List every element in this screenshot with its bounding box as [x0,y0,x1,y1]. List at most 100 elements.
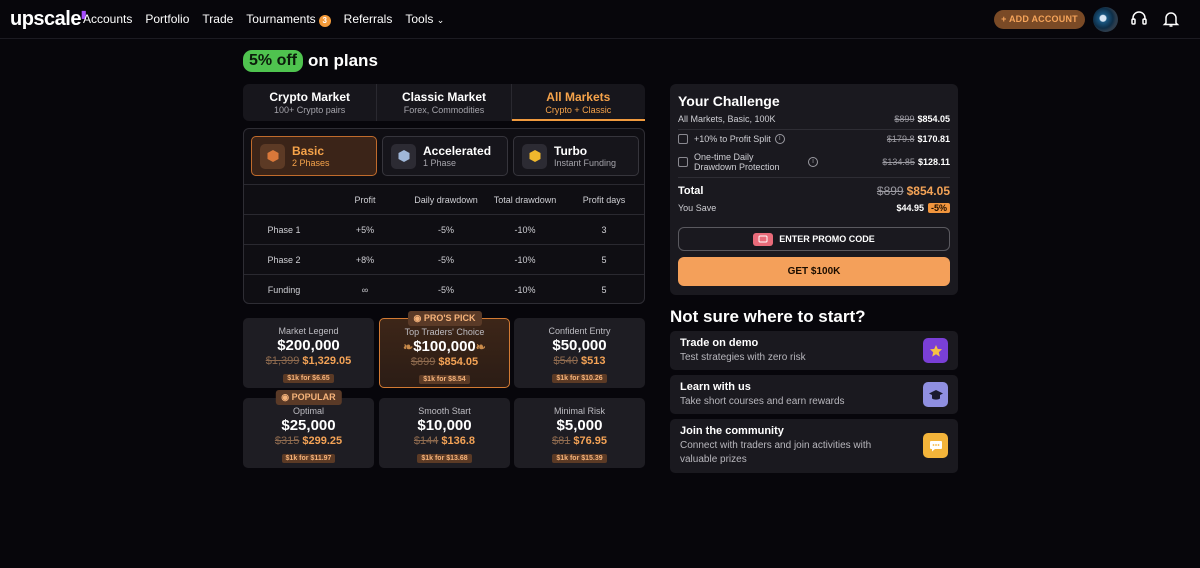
plan-subtitle: Instant Funding [554,158,617,168]
tab-crypto-market[interactable]: Crypto Market 100+ Crypto pairs [243,84,378,121]
account-price: $899 $854.05 [380,356,509,368]
nav-trade[interactable]: Trade [202,12,233,27]
nav-tournaments[interactable]: Tournaments 3 [246,12,331,27]
challenge-summary: Your Challenge All Markets, Basic, 100K … [670,84,958,295]
table-cell: +8% [355,254,375,265]
addon-profit-split: +10% to Profit Split i $179.8 $170.81 [678,134,950,144]
summary-label: All Markets, Basic, 100K [678,114,776,124]
account-amount: $5,000 [556,417,603,434]
table-cell: -5% [437,224,454,235]
old-price: $144 [413,435,439,447]
old-price: $1,399 [265,355,300,367]
new-price: $854.05 [438,356,479,368]
table-row: Phase 1 +5% -5% -10% 3 [244,214,644,244]
old-price: $899 [876,184,904,198]
add-account-button[interactable]: + ADD ACCOUNT [994,10,1085,29]
account-amount: $10,000 [417,417,472,434]
table-header: Profit [354,194,376,205]
addon-price: $170.81 [917,134,950,144]
old-price: $315 [274,435,300,447]
avatar[interactable] [1093,7,1118,32]
total-label: Total [678,185,704,197]
fire-icon: ◉ [281,392,290,402]
chat-bubble-icon [923,433,948,458]
table-cell: 5 [601,284,607,295]
help-item-learn[interactable]: Learn with us Take short courses and ear… [670,375,958,414]
addon-profit-split-checkbox[interactable] [678,134,688,144]
table-cell: ∞ [361,284,369,295]
plan-subtitle: 2 Phases [292,158,330,168]
addon-drawdown-checkbox[interactable] [678,157,688,167]
tab-all-markets[interactable]: All Markets Crypto + Classic [511,84,645,121]
pros-pick-ribbon: ◉ PRO'S PICK [407,311,482,326]
help-item-demo[interactable]: Trade on demo Test strategies with zero … [670,331,958,370]
plan-tab-turbo[interactable]: Turbo Instant Funding [513,136,639,176]
summary-price: $854.05 [917,114,950,124]
account-card-5k[interactable]: Minimal Risk $5,000 $81 $76.95 $1k for $1… [514,398,645,468]
ribbon-label: POPULAR [291,392,336,402]
save-amount: $44.95 [896,203,924,213]
table-row: Phase 2 +8% -5% -10% 5 [244,244,644,274]
price-per-1k: $1k for $15.39 [552,454,607,463]
nav-referrals[interactable]: Referrals [344,12,393,27]
nav-accounts[interactable]: Accounts [83,12,132,27]
bell-icon[interactable] [1162,10,1180,28]
account-price: $1,399 $1,329.05 [243,355,374,367]
account-card-100k[interactable]: ◉ PRO'S PICK Top Traders' Choice ❧$100,0… [379,311,510,388]
divider [678,129,950,130]
old-price: $81 [551,435,571,447]
table-row: Funding ∞ -5% -10% 5 [244,274,644,304]
tab-title: All Markets [546,90,611,104]
plan-tab-accelerated[interactable]: Accelerated 1 Phase [382,136,508,176]
tab-subtitle: Forex, Commodities [403,105,485,115]
account-card-200k[interactable]: Market Legend $200,000 $1,399 $1,329.05 $… [243,318,374,388]
table-header: Daily drawdown [414,194,478,205]
help-item-community[interactable]: Join the community Connect with traders … [670,419,958,473]
coin-icon [522,143,547,169]
brand-logo[interactable]: upscale▮ [10,8,87,31]
tournaments-count-badge: 3 [318,15,331,27]
account-amount: $50,000 [552,337,607,354]
new-price: $1,329.05 [302,355,352,367]
nav-portfolio[interactable]: Portfolio [145,12,189,27]
tab-subtitle: 100+ Crypto pairs [274,105,346,115]
table-cell: -5% [437,254,454,265]
nav-tools[interactable]: Tools ⌄ [405,12,444,27]
diamond-icon [391,143,416,169]
get-challenge-button[interactable]: GET $100K [678,257,950,286]
table-cell: Phase 2 [267,254,301,265]
account-card-50k[interactable]: Confident Entry $50,000 $540 $513 $1k for… [514,318,645,388]
headset-icon[interactable] [1130,10,1148,28]
tab-classic-market[interactable]: Classic Market Forex, Commodities [377,84,512,121]
account-price: $81 $76.95 [514,435,645,447]
new-price: $76.95 [573,435,607,447]
chevron-down-icon: ⌄ [436,15,445,25]
ticket-icon [753,232,774,246]
plan-title: Turbo [554,144,588,158]
account-card-25k[interactable]: ◉ POPULAR Optimal $25,000 $315 $299.25 $1… [243,390,374,468]
addon-label: +10% to Profit Split [694,134,771,144]
table-header: Total drawdown [493,194,557,205]
summary-row: All Markets, Basic, 100K $899 $854.05 [678,114,950,124]
enter-promo-code-button[interactable]: ENTER PROMO CODE [678,227,950,251]
info-icon[interactable]: i [774,134,785,144]
table-cell: -10% [514,224,536,235]
help-item-title: Join the community [680,425,784,437]
old-price: $134.85 [882,157,915,167]
hexagon-icon [260,143,285,169]
account-name: Confident Entry [548,326,611,336]
account-card-10k[interactable]: Smooth Start $10,000 $144 $136.8 $1k for … [379,398,510,468]
account-price: $315 $299.25 [243,435,374,447]
total-price: $854.05 [906,184,950,198]
info-icon[interactable]: i [808,157,818,167]
help-item-title: Trade on demo [680,337,759,349]
graduation-cap-icon [923,382,948,407]
account-name: Smooth Start [418,406,471,416]
account-name: Optimal [292,406,324,416]
ribbon-label: PRO'S PICK [423,313,476,323]
plan-tab-basic[interactable]: Basic 2 Phases [251,136,377,176]
popular-ribbon: ◉ POPULAR [275,390,342,405]
save-label: You Save [678,203,717,213]
plan-title: Accelerated [423,144,492,158]
old-price: $179.8 [886,134,915,144]
